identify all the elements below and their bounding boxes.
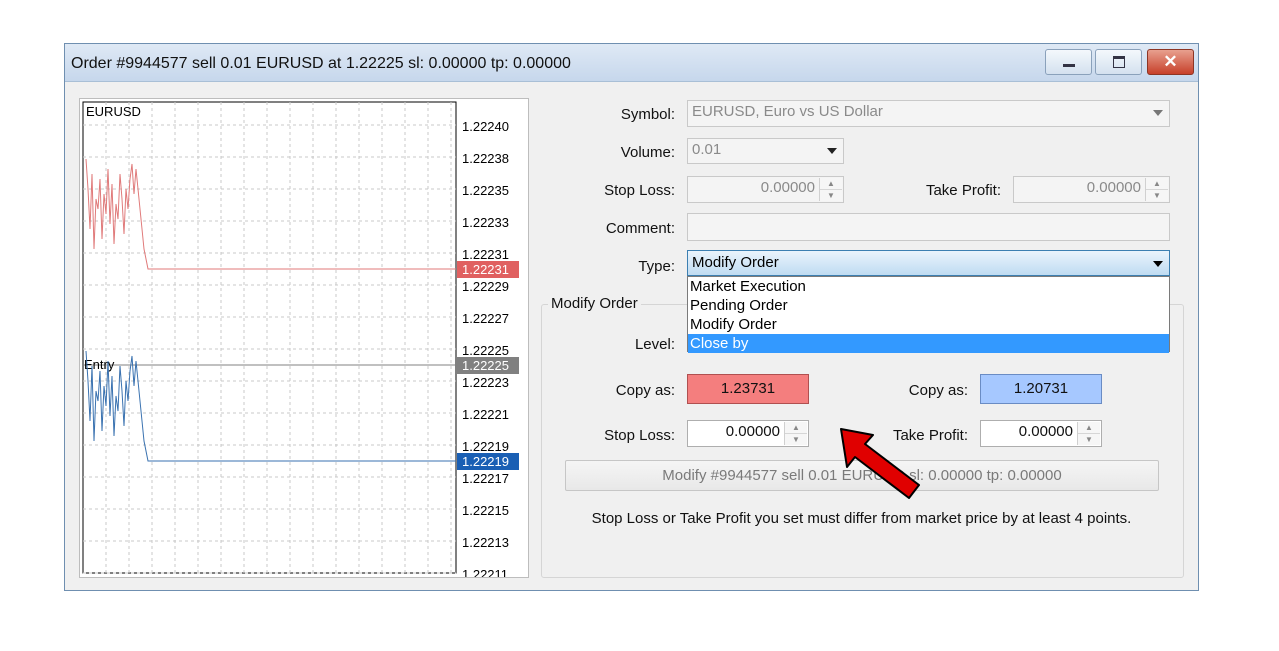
copy-as-tp-value: 1.20731 <box>1013 380 1069 397</box>
stoploss-spinner[interactable]: ▲ ▼ <box>819 178 842 201</box>
takeprofit-input[interactable]: 0.00000 ▲ ▼ <box>1013 176 1170 203</box>
entry-label: Entry <box>84 357 115 372</box>
symbol-value: EURUSD, Euro vs US Dollar <box>692 103 883 120</box>
level-label: Level: <box>634 336 675 353</box>
price-tick-label: 1.22233 <box>462 215 509 230</box>
type-value: Modify Order <box>692 254 779 271</box>
modify-stoploss-input[interactable]: 0.00000 ▲ ▼ <box>687 420 809 447</box>
copy-as-right-label: Copy as: <box>908 382 968 399</box>
price-tick-label: 1.22213 <box>462 535 509 550</box>
spin-down-icon[interactable]: ▼ <box>1146 189 1168 201</box>
dialog-body: 1.22240 1.22238 1.22235 1.22233 1.22231 1.222… <box>65 82 1198 590</box>
order-window: Order #9944577 sell 0.01 EURUSD at 1.222… <box>64 43 1199 591</box>
minimize-icon <box>1062 63 1075 67</box>
chevron-down-icon <box>827 148 837 154</box>
stoploss-value: 0.00000 <box>760 179 815 196</box>
type-option-close-by[interactable]: Close by <box>688 334 1169 353</box>
comment-input[interactable] <box>687 213 1170 241</box>
modify-takeprofit-input[interactable]: 0.00000 ▲ ▼ <box>980 420 1102 447</box>
type-select[interactable]: Modify Order <box>687 250 1170 276</box>
modify-takeprofit-spinner[interactable]: ▲ ▼ <box>1077 422 1100 445</box>
modify-takeprofit-value: 0.00000 <box>1018 423 1073 440</box>
type-option-modify-order[interactable]: Modify Order <box>688 315 1169 334</box>
red-arrow-icon <box>840 428 920 499</box>
modify-stoploss-spinner[interactable]: ▲ ▼ <box>784 422 807 445</box>
modify-order-group-title: Modify Order <box>548 295 641 312</box>
minimize-button[interactable] <box>1045 49 1092 75</box>
price-tick-label: 1.22221 <box>462 407 509 422</box>
price-tick-label: 1.22227 <box>462 311 509 326</box>
price-tick-label: 1.22240 <box>462 119 509 134</box>
chart-canvas: 1.222401.222381.222351.222331.222311.222… <box>82 101 519 577</box>
chart-symbol-label: EURUSD <box>86 104 141 119</box>
close-button[interactable]: ✕ <box>1147 49 1194 75</box>
type-option-pending-order[interactable]: Pending Order <box>688 296 1169 315</box>
min-distance-note: Stop Loss or Take Profit you set must di… <box>591 510 1132 527</box>
chevron-down-icon <box>1153 261 1163 267</box>
spin-up-icon[interactable]: ▲ <box>1078 422 1100 434</box>
symbol-label: Symbol: <box>620 106 675 123</box>
symbol-select[interactable]: EURUSD, Euro vs US Dollar <box>687 100 1170 127</box>
modify-stoploss-value: 0.00000 <box>725 423 780 440</box>
copy-as-sl-value: 1.23731 <box>720 380 776 397</box>
spin-up-icon[interactable]: ▲ <box>785 422 807 434</box>
price-tick-label: 1.22217 <box>462 471 509 486</box>
copy-as-sl-button[interactable]: 1.23731 <box>687 374 809 404</box>
spin-up-icon[interactable]: ▲ <box>820 178 842 190</box>
price-tick-label: 1.22211 <box>462 567 508 577</box>
price-tick-label: 1.22235 <box>462 183 509 198</box>
ask-price-tag: 1.22231 <box>462 262 509 277</box>
price-tick-label: 1.22238 <box>462 151 509 166</box>
stoploss-label: Stop Loss: <box>604 182 675 199</box>
window-title: Order #9944577 sell 0.01 EURUSD at 1.222… <box>71 55 571 72</box>
type-dropdown-list: Market Execution Pending Order Modify Or… <box>687 276 1170 353</box>
price-tick-label: 1.22229 <box>462 279 509 294</box>
type-option-market-execution[interactable]: Market Execution <box>688 277 1169 296</box>
close-icon: ✕ <box>1163 52 1178 71</box>
price-tick-label: 1.22219 <box>462 439 509 454</box>
comment-label: Comment: <box>605 220 675 237</box>
volume-label: Volume: <box>620 144 675 161</box>
chevron-down-icon <box>1153 110 1163 116</box>
spin-up-icon[interactable]: ▲ <box>1146 178 1168 190</box>
price-tick-label: 1.22223 <box>462 375 509 390</box>
maximize-icon <box>1112 56 1125 68</box>
takeprofit-value: 0.00000 <box>1086 179 1141 196</box>
price-tick-label: 1.22231 <box>462 247 509 262</box>
type-label: Type: <box>638 258 675 275</box>
entry-price-tag: 1.22225 <box>462 358 509 373</box>
volume-value: 0.01 <box>692 141 722 158</box>
price-chart: 1.22240 1.22238 1.22235 1.22233 1.22231 1.222… <box>79 98 529 578</box>
spin-down-icon[interactable]: ▼ <box>1078 433 1100 445</box>
spin-down-icon[interactable]: ▼ <box>820 189 842 201</box>
red-arrow-shape <box>840 428 920 499</box>
price-tick-label: 1.22225 <box>462 343 509 358</box>
modify-stoploss-label: Stop Loss: <box>604 427 675 444</box>
takeprofit-spinner[interactable]: ▲ ▼ <box>1145 178 1168 201</box>
spin-down-icon[interactable]: ▼ <box>785 433 807 445</box>
plot-area <box>82 101 457 574</box>
copy-as-left-label: Copy as: <box>615 382 675 399</box>
takeprofit-label: Take Profit: <box>925 182 1001 199</box>
copy-as-tp-button[interactable]: 1.20731 <box>980 374 1102 404</box>
title-bar: Order #9944577 sell 0.01 EURUSD at 1.222… <box>65 44 1198 82</box>
price-tick-label: 1.22215 <box>462 503 509 518</box>
bid-price-tag: 1.22219 <box>462 454 509 469</box>
volume-select[interactable]: 0.01 <box>687 138 844 164</box>
maximize-button[interactable] <box>1095 49 1142 75</box>
stoploss-input[interactable]: 0.00000 ▲ ▼ <box>687 176 844 203</box>
